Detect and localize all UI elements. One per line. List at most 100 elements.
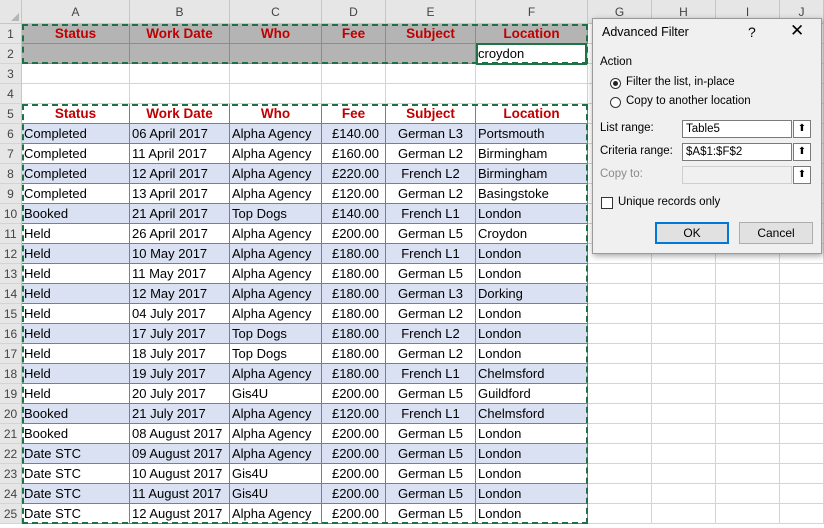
empty-cell[interactable] <box>652 344 716 364</box>
empty-cell[interactable] <box>780 264 824 284</box>
empty-cell[interactable] <box>716 364 780 384</box>
table-cell[interactable]: German L5 <box>386 504 476 524</box>
table-cell[interactable]: Date STC <box>22 464 130 484</box>
criteria-range-collapse-icon[interactable]: ⬆ <box>793 143 811 161</box>
criteria-header-cell[interactable]: Fee <box>322 24 386 44</box>
table-cell[interactable]: French L1 <box>386 244 476 264</box>
table-cell[interactable]: 12 August 2017 <box>130 504 230 524</box>
table-cell[interactable]: Guildford <box>476 384 588 404</box>
table-cell[interactable]: German L5 <box>386 224 476 244</box>
table-cell[interactable]: Gis4U <box>230 484 322 504</box>
empty-cell[interactable] <box>588 504 652 524</box>
table-cell[interactable]: London <box>476 344 588 364</box>
table-cell[interactable]: 08 August 2017 <box>130 424 230 444</box>
table-cell[interactable]: German L5 <box>386 464 476 484</box>
empty-cell[interactable] <box>652 364 716 384</box>
table-cell[interactable]: £220.00 <box>322 164 386 184</box>
row-header-14[interactable]: 14 <box>0 284 22 304</box>
table-cell[interactable]: Chelmsford <box>476 404 588 424</box>
empty-cell[interactable] <box>588 484 652 504</box>
table-cell[interactable]: Held <box>22 284 130 304</box>
table-cell[interactable]: £180.00 <box>322 344 386 364</box>
table-header-cell[interactable]: Who <box>230 104 322 124</box>
criteria-value-cell[interactable] <box>386 44 476 64</box>
table-cell[interactable]: 10 May 2017 <box>130 244 230 264</box>
table-cell[interactable]: Top Dogs <box>230 324 322 344</box>
table-cell[interactable]: Alpha Agency <box>230 444 322 464</box>
empty-cell[interactable] <box>716 404 780 424</box>
table-cell[interactable]: French L2 <box>386 324 476 344</box>
empty-cell[interactable] <box>652 284 716 304</box>
close-icon[interactable]: ✕ <box>790 21 804 41</box>
unique-records-label[interactable]: Unique records only <box>618 196 720 208</box>
cancel-button[interactable]: Cancel <box>739 222 813 244</box>
empty-cell[interactable] <box>588 464 652 484</box>
criteria-value-cell[interactable] <box>230 44 322 64</box>
empty-cell[interactable] <box>22 64 130 84</box>
table-cell[interactable]: 19 July 2017 <box>130 364 230 384</box>
table-cell[interactable]: Completed <box>22 124 130 144</box>
filter-in-place-label[interactable]: Filter the list, in-place <box>626 76 735 88</box>
table-cell[interactable]: Alpha Agency <box>230 124 322 144</box>
table-cell[interactable]: German L5 <box>386 264 476 284</box>
empty-cell[interactable] <box>588 324 652 344</box>
table-cell[interactable]: French L2 <box>386 164 476 184</box>
table-cell[interactable]: Birmingham <box>476 164 588 184</box>
empty-cell[interactable] <box>130 64 230 84</box>
empty-cell[interactable] <box>716 324 780 344</box>
table-cell[interactable]: Date STC <box>22 504 130 524</box>
row-header-2[interactable]: 2 <box>0 44 22 64</box>
empty-cell[interactable] <box>780 444 824 464</box>
table-cell[interactable]: £140.00 <box>322 204 386 224</box>
row-header-11[interactable]: 11 <box>0 224 22 244</box>
empty-cell[interactable] <box>716 344 780 364</box>
table-cell[interactable]: £200.00 <box>322 484 386 504</box>
table-cell[interactable]: Top Dogs <box>230 204 322 224</box>
table-cell[interactable]: Alpha Agency <box>230 264 322 284</box>
table-cell[interactable]: French L1 <box>386 204 476 224</box>
empty-cell[interactable] <box>780 364 824 384</box>
list-range-input[interactable]: Table5 <box>682 120 792 138</box>
table-cell[interactable]: 21 April 2017 <box>130 204 230 224</box>
criteria-header-cell[interactable]: Status <box>22 24 130 44</box>
table-cell[interactable]: Dorking <box>476 284 588 304</box>
row-header-4[interactable]: 4 <box>0 84 22 104</box>
table-cell[interactable]: £200.00 <box>322 384 386 404</box>
table-cell[interactable]: London <box>476 424 588 444</box>
table-cell[interactable]: German L5 <box>386 484 476 504</box>
table-cell[interactable]: London <box>476 244 588 264</box>
select-all-corner[interactable] <box>0 0 22 24</box>
empty-cell[interactable] <box>588 264 652 284</box>
empty-cell[interactable] <box>476 64 588 84</box>
table-cell[interactable]: £200.00 <box>322 224 386 244</box>
table-cell[interactable]: £180.00 <box>322 364 386 384</box>
empty-cell[interactable] <box>476 84 588 104</box>
empty-cell[interactable] <box>652 264 716 284</box>
row-header-24[interactable]: 24 <box>0 484 22 504</box>
table-cell[interactable]: Birmingham <box>476 144 588 164</box>
empty-cell[interactable] <box>22 84 130 104</box>
table-cell[interactable]: Held <box>22 224 130 244</box>
table-cell[interactable]: Gis4U <box>230 384 322 404</box>
table-cell[interactable]: Date STC <box>22 444 130 464</box>
table-cell[interactable]: Date STC <box>22 484 130 504</box>
table-cell[interactable]: Completed <box>22 184 130 204</box>
table-cell[interactable]: 11 April 2017 <box>130 144 230 164</box>
empty-cell[interactable] <box>588 344 652 364</box>
empty-cell[interactable] <box>652 444 716 464</box>
row-header-20[interactable]: 20 <box>0 404 22 424</box>
table-cell[interactable]: Held <box>22 344 130 364</box>
row-header-17[interactable]: 17 <box>0 344 22 364</box>
table-cell[interactable]: £200.00 <box>322 464 386 484</box>
table-cell[interactable]: 12 May 2017 <box>130 284 230 304</box>
table-cell[interactable]: 18 July 2017 <box>130 344 230 364</box>
table-cell[interactable]: Alpha Agency <box>230 184 322 204</box>
criteria-header-cell[interactable]: Subject <box>386 24 476 44</box>
table-cell[interactable]: German L5 <box>386 384 476 404</box>
table-cell[interactable]: £160.00 <box>322 144 386 164</box>
empty-cell[interactable] <box>230 84 322 104</box>
empty-cell[interactable] <box>652 424 716 444</box>
table-cell[interactable]: £200.00 <box>322 424 386 444</box>
table-cell[interactable]: Held <box>22 384 130 404</box>
row-header-15[interactable]: 15 <box>0 304 22 324</box>
